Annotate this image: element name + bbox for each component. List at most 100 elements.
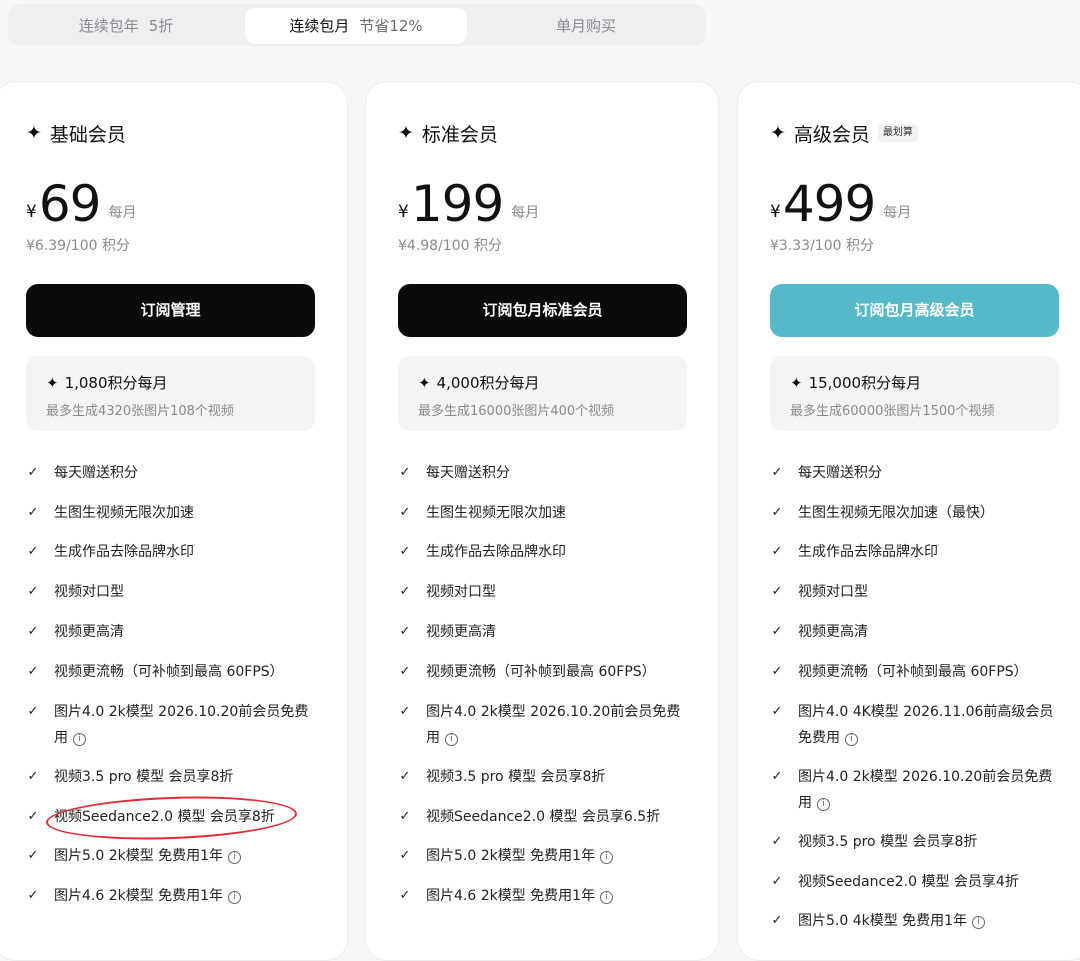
sparkle-icon: ✦ — [770, 121, 786, 144]
tab-label: 连续包月 — [289, 17, 350, 35]
sparkle-icon: ✦ — [26, 121, 42, 144]
credits-amount: 1,080积分每月 — [64, 374, 168, 392]
feature-item: 生图生视频无限次加速（最快） — [798, 505, 994, 521]
check-icon: ✓ — [27, 505, 39, 520]
feature-item: 图片4.0 2k模型 2026.10.20前会员免费 — [54, 704, 309, 720]
credits-amount: 4,000积分每月 — [436, 374, 540, 392]
feature-item: 视频Seedance2.0 模型 会员享6.5折 — [426, 809, 661, 825]
info-icon[interactable]: i — [600, 851, 614, 864]
feature-text: 用 — [426, 730, 440, 746]
manage-subscription-button[interactable]: 订阅管理 — [26, 284, 315, 337]
feature-item: 图片5.0 2k模型 免费用1年 i — [54, 844, 242, 869]
check-icon: ✓ — [399, 584, 411, 599]
sparkle-icon: ✦ — [46, 374, 59, 392]
plan-header: ✦ 基础会员 — [26, 118, 126, 148]
unit-price: ¥3.33/100 积分 — [770, 238, 874, 254]
feature-item: 视频对口型 — [426, 584, 496, 600]
currency-symbol: ¥ — [398, 202, 409, 222]
check-icon: ✓ — [771, 544, 783, 559]
tab-monthly[interactable]: 连续包月 节省12% — [245, 8, 467, 44]
check-icon: ✓ — [27, 584, 39, 599]
plan-name: 高级会员 — [793, 123, 870, 146]
feature-item: 生成作品去除品牌水印 — [426, 544, 566, 560]
feature-item: 生图生视频无限次加速 — [426, 505, 566, 521]
feature-item-continued: 免费用 i — [798, 726, 858, 751]
check-icon: ✓ — [27, 704, 39, 719]
tab-yearly[interactable]: 连续包年 5折 — [8, 8, 244, 44]
check-icon: ✓ — [771, 465, 783, 480]
feature-item: 生图生视频无限次加速 — [54, 505, 194, 521]
feature-item: 视频3.5 pro 模型 会员享8折 — [426, 769, 606, 785]
check-icon: ✓ — [771, 584, 783, 599]
feature-item: 每天赠送积分 — [798, 465, 882, 481]
feature-text: 图片4.6 2k模型 免费用1年 — [426, 888, 596, 904]
feature-text: 图片5.0 2k模型 免费用1年 — [426, 848, 596, 864]
currency-symbol: ¥ — [770, 202, 781, 222]
check-icon: ✓ — [399, 465, 411, 480]
feature-item: 图片4.6 2k模型 免费用1年 i — [54, 884, 242, 909]
check-icon: ✓ — [399, 888, 411, 903]
credits-description: 最多生成16000张图片400个视频 — [418, 404, 615, 419]
tab-badge: 节省12% — [359, 17, 423, 35]
price-amount: 499 — [782, 175, 876, 233]
subscribe-standard-button[interactable]: 订阅包月标准会员 — [398, 284, 687, 337]
price-amount: 69 — [38, 175, 102, 233]
feature-item: 图片4.6 2k模型 免费用1年 i — [426, 884, 614, 909]
check-icon: ✓ — [399, 544, 411, 559]
check-icon: ✓ — [27, 848, 39, 863]
feature-item: 视频对口型 — [798, 584, 868, 600]
check-icon: ✓ — [771, 834, 783, 849]
tab-label: 单月购买 — [555, 17, 616, 35]
feature-item: 视频对口型 — [54, 584, 124, 600]
credits-amount: 15,000积分每月 — [808, 374, 922, 392]
tab-single-month[interactable]: 单月购买 — [480, 8, 702, 44]
feature-text: 免费用 — [798, 730, 840, 746]
feature-text: 用 — [54, 730, 68, 746]
check-icon: ✓ — [771, 874, 783, 889]
info-icon[interactable]: i — [445, 733, 458, 746]
check-icon: ✓ — [27, 465, 39, 480]
feature-item: 视频更流畅（可补帧到最高 60FPS） — [426, 664, 656, 680]
check-icon: ✓ — [27, 664, 39, 679]
info-icon[interactable]: i — [817, 798, 830, 811]
feature-item: 图片5.0 4k模型 免费用1年 i — [798, 909, 986, 934]
price: ¥ 499 每月 — [770, 168, 911, 232]
check-icon: ✓ — [399, 505, 411, 520]
check-icon: ✓ — [27, 888, 39, 903]
price-period: 每月 — [511, 205, 540, 221]
feature-item: 生成作品去除品牌水印 — [798, 544, 938, 560]
credits-description: 最多生成60000张图片1500个视频 — [790, 404, 995, 419]
check-icon: ✓ — [399, 664, 411, 679]
unit-price: ¥4.98/100 积分 — [398, 238, 502, 254]
price-amount: 199 — [410, 175, 504, 233]
tab-badge: 5折 — [148, 17, 174, 35]
feature-item-continued: 用i — [426, 726, 458, 751]
info-icon[interactable]: i — [845, 733, 858, 746]
info-icon[interactable]: i — [73, 733, 86, 746]
check-icon: ✓ — [399, 769, 411, 784]
feature-item: 每天赠送积分 — [54, 465, 138, 481]
check-icon: ✓ — [27, 809, 39, 824]
feature-item: 视频更流畅（可补帧到最高 60FPS） — [54, 664, 284, 680]
feature-item: 图片4.0 4K模型 2026.11.06前高级会员 — [798, 704, 1054, 720]
info-icon[interactable]: i — [972, 916, 986, 929]
billing-period-tabs: 连续包年 5折 连续包月 节省12% 单月购买 — [8, 4, 706, 46]
credits-box: ✦ 15,000积分每月 最多生成60000张图片1500个视频 — [770, 356, 1059, 431]
check-icon: ✓ — [771, 624, 783, 639]
feature-text: 用 — [798, 795, 812, 811]
price: ¥ 69 每月 — [26, 168, 136, 232]
credits-title: ✦ 4,000积分每月 — [418, 372, 540, 393]
feature-item: 视频更高清 — [426, 624, 496, 640]
check-icon: ✓ — [27, 544, 39, 559]
info-icon[interactable]: i — [600, 891, 614, 904]
sparkle-icon: ✦ — [790, 374, 803, 392]
credits-box: ✦ 4,000积分每月 最多生成16000张图片400个视频 — [398, 356, 687, 431]
info-icon[interactable]: i — [228, 851, 242, 864]
feature-text: 图片4.6 2k模型 免费用1年 — [54, 888, 224, 904]
feature-item: 生成作品去除品牌水印 — [54, 544, 194, 560]
sparkle-icon: ✦ — [418, 374, 431, 392]
price-period: 每月 — [883, 205, 912, 221]
feature-item-continued: 用i — [54, 726, 86, 751]
subscribe-premium-button[interactable]: 订阅包月高级会员 — [770, 284, 1059, 337]
info-icon[interactable]: i — [228, 891, 242, 904]
